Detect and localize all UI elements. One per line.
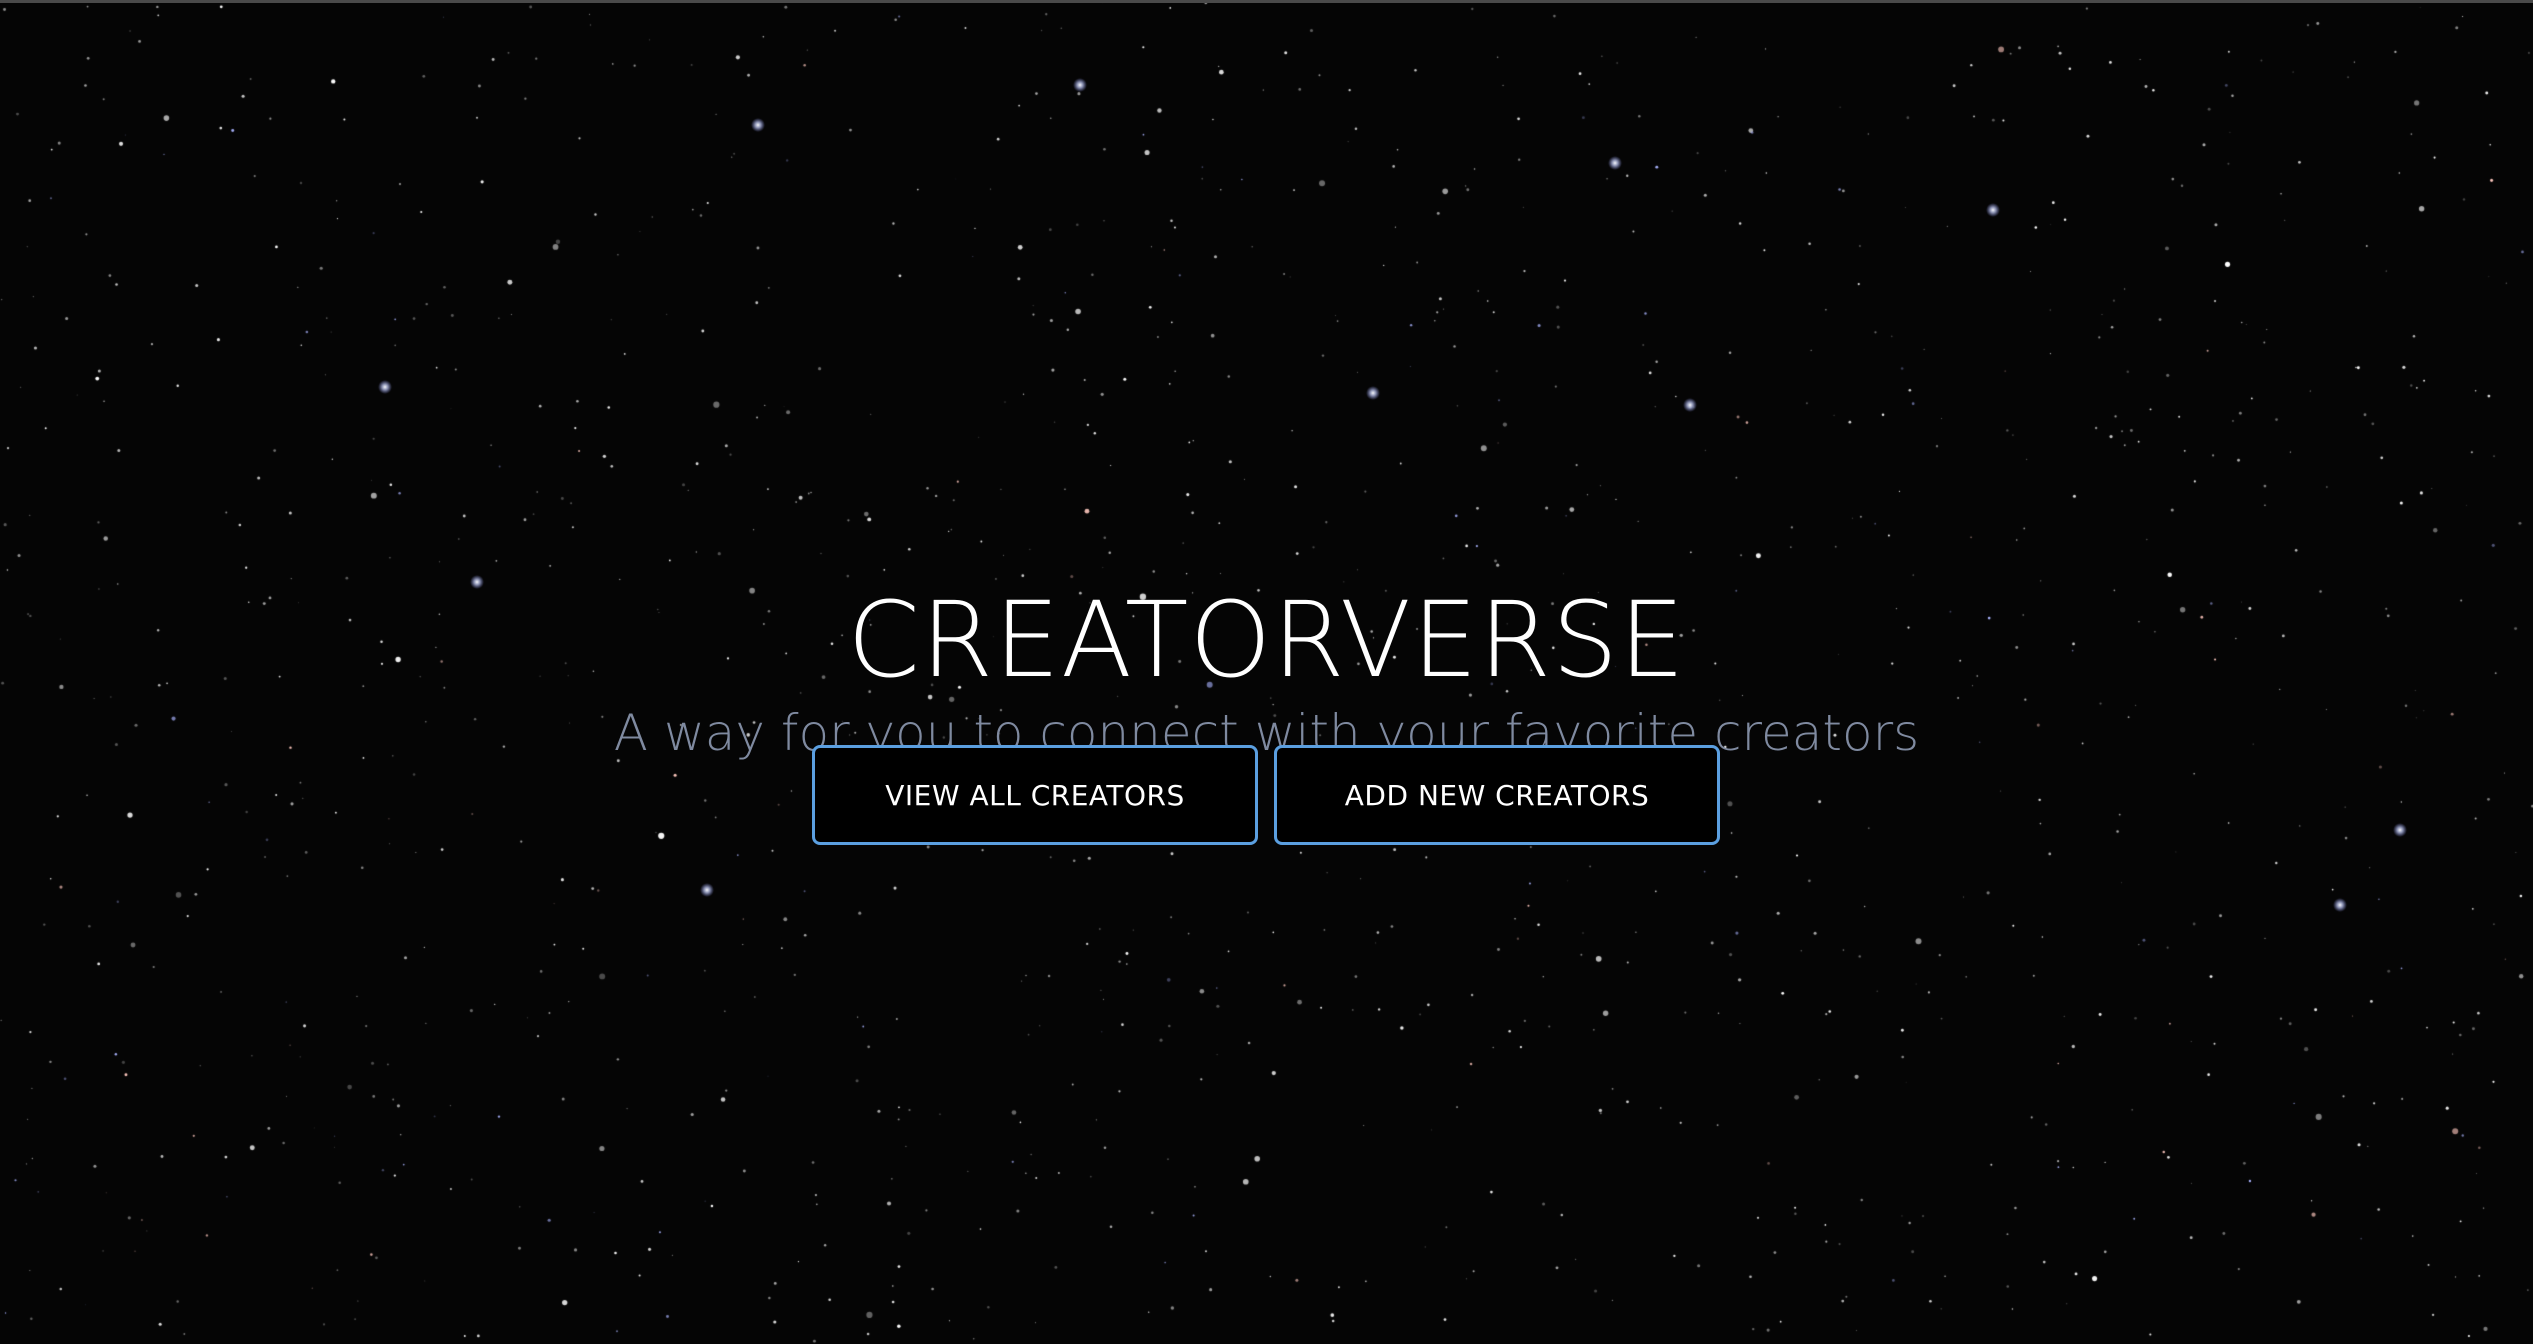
page-title: CREATORVERSE [847,578,1686,701]
add-new-creators-button[interactable]: ADD NEW CREATORS [1274,745,1720,845]
view-all-creators-button[interactable]: VIEW ALL CREATORS [812,745,1258,845]
page-subtitle: A way for you to connect with your favor… [613,704,1920,762]
hero-section: CREATORVERSE A way for you to connect wi… [0,0,2533,1344]
